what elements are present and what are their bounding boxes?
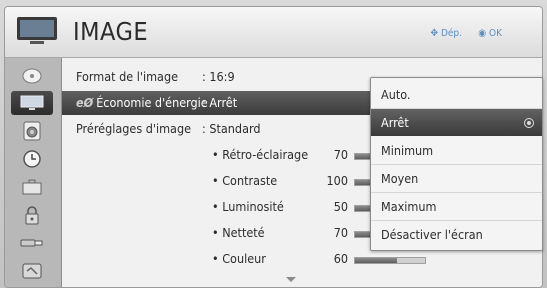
aspect-ratio-label: Format de l'image bbox=[76, 69, 179, 84]
ok-button-icon: ◉ bbox=[478, 28, 487, 39]
aspect-ratio-value: : 16:9 bbox=[202, 69, 235, 84]
setting-label: • Luminosité bbox=[212, 199, 284, 214]
setting-slider[interactable] bbox=[354, 257, 426, 264]
menu-header: IMAGE ✥ Dép. ◉ OK bbox=[5, 7, 542, 58]
sidebar-item-setup[interactable] bbox=[11, 63, 53, 87]
briefcase-icon bbox=[22, 179, 42, 195]
setting-value: 70 bbox=[333, 225, 348, 240]
nav-hint-label: Dép. bbox=[440, 28, 462, 39]
support-icon bbox=[22, 263, 42, 279]
scroll-down-arrow-icon[interactable] bbox=[286, 277, 296, 282]
tv-icon bbox=[17, 17, 57, 44]
setting-value: 70 bbox=[333, 147, 348, 162]
ok-hint-label: OK bbox=[489, 28, 502, 39]
setting-label: • Contraste bbox=[212, 173, 278, 188]
option-label: Maximum bbox=[381, 199, 437, 214]
setting-value: 60 bbox=[333, 251, 348, 266]
dropdown-option-auto[interactable]: Auto. bbox=[371, 81, 542, 108]
dpad-icon: ✥ bbox=[430, 28, 439, 39]
energy-saving-dropdown: Auto. Arrêt Minimum Moyen Maximum Désact… bbox=[370, 77, 543, 251]
setting-label: • Rétro-éclairage bbox=[212, 147, 309, 162]
usb-icon bbox=[20, 239, 43, 247]
tv-screen-icon bbox=[20, 95, 44, 110]
category-sidebar bbox=[5, 58, 62, 287]
navigation-hint: ✥ Dép. bbox=[431, 28, 462, 39]
ok-hint: ◉ OK bbox=[478, 28, 502, 39]
sidebar-item-input[interactable] bbox=[11, 231, 53, 255]
option-label: Minimum bbox=[381, 143, 434, 158]
option-label: Auto. bbox=[381, 87, 411, 102]
dropdown-option-off[interactable]: Arrêt bbox=[371, 109, 542, 136]
slider-fill bbox=[355, 258, 397, 263]
energy-saving-text: Économie d'énergie bbox=[96, 95, 208, 110]
dropdown-option-medium[interactable]: Moyen bbox=[371, 165, 542, 192]
setting-label: • Couleur bbox=[212, 251, 266, 266]
sidebar-item-option[interactable] bbox=[11, 175, 53, 199]
sidebar-item-time[interactable] bbox=[11, 147, 53, 171]
option-label: Arrêt bbox=[381, 115, 409, 130]
sidebar-item-lock[interactable] bbox=[11, 203, 53, 227]
setting-label: • Netteté bbox=[212, 225, 265, 240]
eco-icon: eØ bbox=[76, 95, 94, 110]
satellite-dish-icon bbox=[22, 68, 42, 84]
dropdown-option-maximum[interactable]: Maximum bbox=[371, 193, 542, 220]
clock-icon bbox=[23, 150, 41, 168]
setting-value: 50 bbox=[333, 199, 348, 214]
energy-saving-label: eØ Économie d'énergie bbox=[76, 95, 208, 110]
dropdown-option-screen-off[interactable]: Désactiver l'écran bbox=[371, 221, 542, 248]
page-title: IMAGE bbox=[73, 17, 149, 46]
selected-radio-icon bbox=[524, 118, 534, 128]
sidebar-item-picture[interactable] bbox=[11, 91, 53, 115]
dropdown-option-minimum[interactable]: Minimum bbox=[371, 137, 542, 164]
setting-value: 100 bbox=[326, 173, 348, 188]
sidebar-item-support[interactable] bbox=[11, 259, 53, 283]
sidebar-item-audio[interactable] bbox=[11, 119, 53, 143]
option-label: Désactiver l'écran bbox=[381, 227, 483, 242]
tv-menu-frame: IMAGE ✥ Dép. ◉ OK Format de l'image: 16… bbox=[0, 0, 547, 288]
lock-icon bbox=[25, 206, 39, 225]
picture-mode-label: Préréglages d'image bbox=[76, 121, 192, 136]
picture-mode-value: : Standard bbox=[202, 121, 261, 136]
speaker-icon bbox=[23, 121, 41, 141]
option-label: Moyen bbox=[381, 171, 419, 186]
energy-saving-value: : Arrêt bbox=[202, 95, 238, 110]
